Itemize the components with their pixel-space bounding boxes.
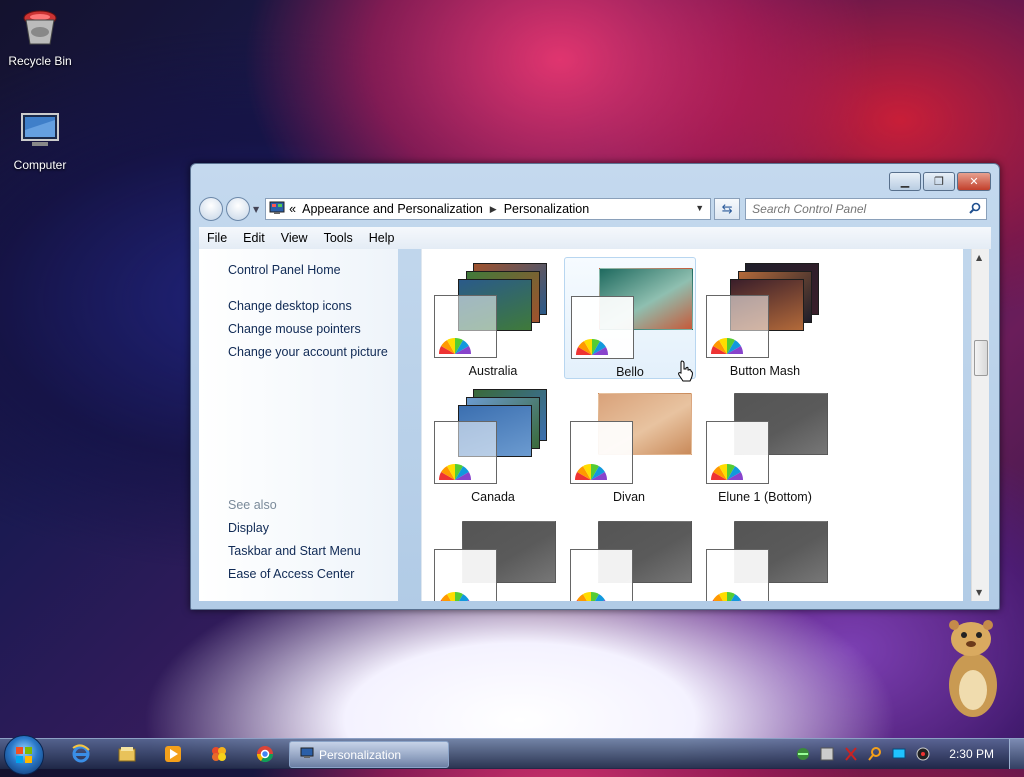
- menu-tools[interactable]: Tools: [316, 231, 361, 245]
- color-fan-icon: [574, 589, 608, 601]
- desktop-icon-recycle-bin[interactable]: Recycle Bin: [0, 6, 80, 68]
- theme-item[interactable]: [700, 511, 830, 601]
- navigation-bar: ▼ « Appearance and Personalization ▶ Per…: [199, 196, 991, 222]
- link-change-account-picture[interactable]: Change your account picture: [228, 345, 388, 359]
- menu-view[interactable]: View: [273, 231, 316, 245]
- theme-gallery: Australia Bello Button Mash Canada Divan Elun…: [421, 249, 963, 601]
- theme-item[interactable]: Elune 1 (Bottom): [700, 383, 830, 504]
- theme-item[interactable]: Canada: [428, 383, 558, 504]
- refresh-icon: ⇆: [721, 201, 733, 217]
- desktop-icon-computer[interactable]: Computer: [0, 110, 80, 172]
- link-display[interactable]: Display: [228, 521, 269, 535]
- computer-icon: [18, 110, 62, 154]
- computer-label: Computer: [13, 158, 67, 172]
- see-also-heading: See also: [228, 498, 277, 512]
- taskbar-task-personalization[interactable]: Personalization: [289, 741, 449, 768]
- menu-edit[interactable]: Edit: [235, 231, 273, 245]
- personalization-window: ▁ ❐ ✕ ▼ « Appearance and Personalization…: [190, 163, 1000, 610]
- action-center-flag-icon[interactable]: [843, 746, 859, 762]
- taskbar-task-label: Personalization: [319, 747, 402, 762]
- network-tray-icon[interactable]: [795, 746, 811, 762]
- close-button[interactable]: ✕: [957, 172, 991, 191]
- theme-name: Divan: [613, 490, 645, 504]
- scroll-up-icon[interactable]: ▲: [976, 253, 982, 262]
- address-bar[interactable]: « Appearance and Personalization ▶ Perso…: [265, 198, 712, 220]
- minimize-icon: ▁: [900, 175, 910, 188]
- control-panel-task-icon: [300, 747, 314, 762]
- hand-cursor-icon: [676, 360, 694, 385]
- theme-item[interactable]: Divan: [564, 383, 694, 504]
- theme-item[interactable]: [428, 511, 558, 601]
- vertical-scrollbar[interactable]: ▲ ▼: [971, 249, 989, 601]
- start-button[interactable]: [4, 735, 44, 775]
- breadcrumb-personalization[interactable]: Personalization: [504, 202, 589, 216]
- control-panel-icon: [269, 201, 285, 218]
- restore-button[interactable]: ❐: [923, 172, 955, 191]
- app-tray-icon[interactable]: [819, 746, 835, 762]
- media-player-icon[interactable]: [163, 744, 183, 764]
- recycle-bin-label: Recycle Bin: [8, 54, 72, 68]
- theme-item[interactable]: Button Mash: [700, 257, 830, 378]
- hamster-gadget-icon[interactable]: [942, 615, 1004, 720]
- address-dropdown-icon[interactable]: ▼: [695, 203, 704, 213]
- menu-bar: File Edit View Tools Help: [199, 227, 991, 249]
- show-desktop-button[interactable]: [1009, 739, 1024, 769]
- scroll-down-icon[interactable]: ▼: [976, 588, 982, 597]
- link-taskbar-start-menu[interactable]: Taskbar and Start Menu: [228, 544, 361, 558]
- link-change-mouse-pointers[interactable]: Change mouse pointers: [228, 322, 361, 336]
- theme-name: Australia: [468, 364, 518, 378]
- taskbar-clock[interactable]: 2:30 PM: [949, 747, 994, 761]
- forward-button[interactable]: [226, 197, 250, 221]
- color-fan-icon: [438, 589, 472, 601]
- search-box[interactable]: [745, 198, 988, 220]
- recycle-bin-icon: [18, 6, 62, 50]
- link-ease-of-access[interactable]: Ease of Access Center: [228, 567, 354, 581]
- theme-name: Elune 1 (Bottom): [718, 490, 812, 504]
- theme-name: Canada: [471, 490, 515, 504]
- caption-buttons: ▁ ❐ ✕: [889, 172, 991, 191]
- display-tray-icon[interactable]: [891, 746, 907, 762]
- color-fan-icon: [710, 589, 744, 601]
- task-pane: Control Panel Home Change desktop icons …: [199, 249, 398, 601]
- chrome-icon[interactable]: [255, 744, 275, 764]
- menu-help[interactable]: Help: [361, 231, 403, 245]
- menu-file[interactable]: File: [199, 231, 235, 245]
- scrollbar-thumb[interactable]: [974, 340, 988, 376]
- breadcrumb-separator-icon[interactable]: ▶: [490, 204, 497, 215]
- search-tray-icon[interactable]: [867, 746, 883, 762]
- link-change-desktop-icons[interactable]: Change desktop icons: [228, 299, 352, 313]
- recent-pages-chevron-icon[interactable]: ▼: [253, 205, 259, 214]
- close-icon: ✕: [969, 175, 979, 188]
- app-flower-icon[interactable]: [209, 744, 229, 764]
- address-prefix-icon[interactable]: «: [289, 202, 296, 216]
- windows-logo-icon: [16, 747, 32, 763]
- search-input[interactable]: [746, 201, 965, 217]
- breadcrumb-appearance[interactable]: Appearance and Personalization: [302, 202, 483, 216]
- theme-item[interactable]: [564, 511, 694, 601]
- taskbar: Personalization 2:30 PM: [0, 735, 1024, 775]
- theme-name: Button Mash: [729, 364, 801, 378]
- volume-tray-icon[interactable]: [915, 746, 931, 762]
- link-control-panel-home[interactable]: Control Panel Home: [228, 263, 341, 277]
- windows-explorer-icon[interactable]: [117, 744, 137, 764]
- theme-item[interactable]: Australia: [428, 257, 558, 378]
- refresh-button[interactable]: ⇆: [714, 198, 741, 220]
- back-button[interactable]: [199, 197, 223, 221]
- restore-icon: ❐: [934, 175, 944, 188]
- internet-explorer-icon[interactable]: [71, 744, 91, 764]
- search-icon[interactable]: [969, 202, 981, 217]
- minimize-button[interactable]: ▁: [889, 172, 921, 191]
